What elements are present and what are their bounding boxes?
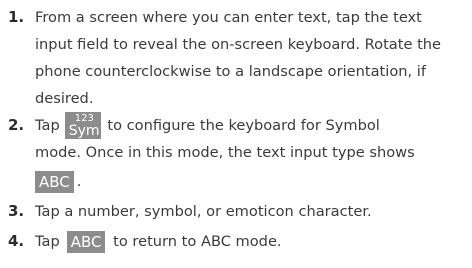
step-text-line: desired. xyxy=(35,90,94,107)
step-text-line: Tap 123 Sym to configure the keyboard for … xyxy=(35,111,467,139)
step-text-segment: . xyxy=(76,173,82,190)
step-number: 2. xyxy=(8,116,25,134)
step-text-line: From a screen where you can enter text, … xyxy=(35,9,422,26)
step-number: 4. xyxy=(8,232,25,250)
step-text-line: phone counterclockwise to a landscape or… xyxy=(35,63,426,80)
step-text-segment: to configure the keyboard for Symbol xyxy=(107,117,380,134)
step-text-line: input field to reveal the on-screen keyb… xyxy=(35,36,442,53)
instruction-list: 1. From a screen where you can enter tex… xyxy=(0,0,472,268)
step-text-segment: Tap xyxy=(35,117,60,134)
sym-key-icon: 123 Sym xyxy=(64,111,101,139)
step-text-line: Tap a number, symbol, or emoticon charac… xyxy=(35,203,372,220)
abc-key-icon: ABC xyxy=(66,231,106,253)
step-text-line: ABC. xyxy=(35,166,467,197)
step-text: Tap a number, symbol, or emoticon charac… xyxy=(35,198,467,225)
sym-key-label: Sym xyxy=(68,122,100,139)
abc-key-icon: ABC xyxy=(35,171,74,193)
step-text-segment: Tap xyxy=(35,233,60,250)
step-text-segment: to return to ABC mode. xyxy=(113,233,282,250)
step-text: From a screen where you can enter text, … xyxy=(35,4,467,112)
step-text: Tap 123 Sym to configure the keyboard for … xyxy=(35,111,467,197)
step-number: 1. xyxy=(8,8,25,26)
sym-key-top-label: 123 xyxy=(74,112,94,124)
step-text-line: mode. Once in this mode, the text input … xyxy=(35,144,415,161)
step-text: Tap ABC to return to ABC mode. xyxy=(35,228,467,255)
step-number: 3. xyxy=(8,202,25,220)
step-text-line: Tap ABC to return to ABC mode. xyxy=(35,228,467,255)
